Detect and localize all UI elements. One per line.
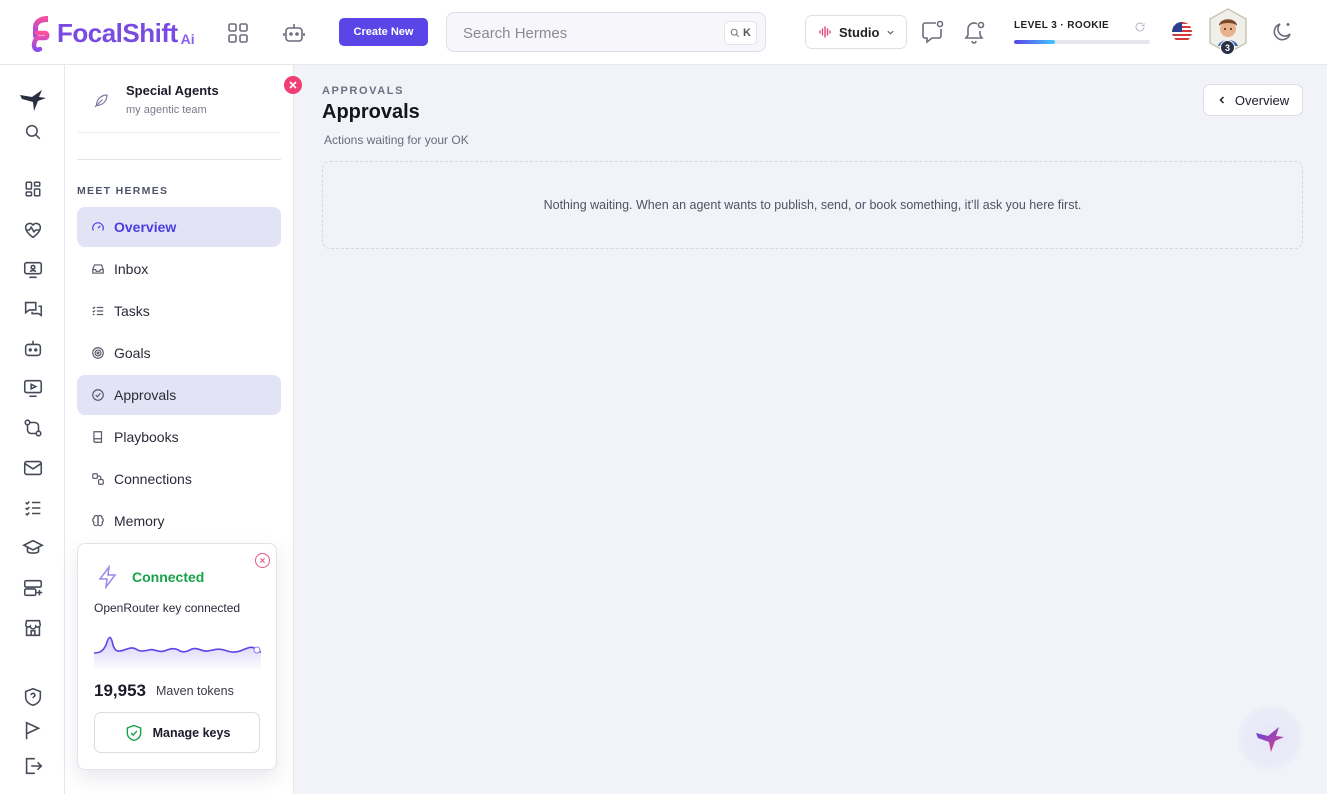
- dark-mode-moon-icon[interactable]: [1270, 20, 1294, 44]
- icon-rail: [0, 65, 65, 794]
- close-icon: [289, 81, 297, 89]
- store-icon[interactable]: [22, 617, 44, 639]
- waveform-icon: [819, 26, 831, 38]
- connection-status: Connected: [132, 569, 205, 585]
- chat-bubbles-icon[interactable]: [22, 298, 44, 320]
- sidebar-item-label: Approvals: [114, 387, 177, 403]
- focalshift-logo-icon: [31, 16, 50, 53]
- brand-name: FocalShift: [57, 17, 178, 48]
- connection-description: OpenRouter key connected: [94, 601, 241, 615]
- sidebar-item-overview[interactable]: Overview: [77, 207, 281, 247]
- mail-icon[interactable]: [22, 457, 44, 479]
- back-button-label: Overview: [1234, 92, 1290, 108]
- shortcut-key: K: [743, 27, 751, 39]
- hummingbird-icon: [1256, 727, 1284, 752]
- sidebar-item-label: Connections: [114, 471, 192, 487]
- link-icon: [92, 473, 104, 485]
- sidebar-item-approvals[interactable]: Approvals: [77, 375, 281, 415]
- checklist-icon: [92, 306, 104, 316]
- chevron-left-icon: [1219, 96, 1224, 104]
- manage-keys-button[interactable]: Manage keys: [94, 712, 260, 753]
- sidebar-item-label: Memory: [114, 513, 165, 529]
- back-to-overview-button[interactable]: Overview: [1203, 84, 1303, 116]
- page-title: Approvals: [322, 101, 420, 123]
- sidebar-item-label: Playbooks: [114, 429, 179, 445]
- bell-icon[interactable]: [962, 20, 986, 44]
- dashboard-icon[interactable]: [24, 180, 42, 198]
- manage-keys-label: Manage keys: [152, 725, 231, 740]
- check-circle-icon: [92, 389, 104, 401]
- token-unit: Maven tokens: [156, 684, 234, 698]
- gauge-icon: [92, 222, 104, 231]
- divider: [77, 159, 281, 160]
- level-progress: LEVEL 3 · ROOKIE: [1014, 20, 1154, 44]
- avatar-level-badge: 3: [1220, 40, 1235, 55]
- logout-icon[interactable]: [22, 755, 44, 777]
- inbox-icon: [92, 264, 104, 274]
- sidebar-item-label: Goals: [114, 345, 151, 361]
- token-count: 19,953: [94, 681, 146, 700]
- level-progress-track: [1014, 40, 1150, 44]
- shield-check-icon: [126, 724, 141, 741]
- hummingbird-logo-icon[interactable]: [18, 84, 48, 114]
- robot-icon[interactable]: [282, 21, 306, 45]
- studio-label: Studio: [839, 24, 880, 40]
- sidebar-item-connections[interactable]: Connections: [77, 459, 281, 499]
- chevron-down-icon: [887, 30, 895, 35]
- brand-logo[interactable]: FocalShift Ai: [28, 12, 195, 54]
- sidebar-item-label: Overview: [114, 219, 177, 235]
- breadcrumb: APPROVALS: [322, 85, 405, 97]
- chat-notification-icon[interactable]: [920, 20, 944, 44]
- create-new-button[interactable]: Create New: [339, 18, 428, 46]
- search-shortcut-hint: K: [724, 21, 757, 45]
- token-usage-sparkline: [94, 636, 261, 671]
- workflow-icon[interactable]: [22, 417, 44, 439]
- refresh-icon[interactable]: [1134, 21, 1146, 33]
- apps-grid-icon[interactable]: [226, 21, 250, 45]
- heart-pulse-icon[interactable]: [22, 219, 44, 241]
- search-box[interactable]: K: [446, 12, 766, 52]
- connection-status-card: Connected OpenRouter key connected 19,95…: [77, 543, 277, 770]
- team-name: Special Agents: [126, 83, 219, 98]
- dismiss-card-button[interactable]: [255, 553, 270, 568]
- level-label: LEVEL 3 · ROOKIE: [1014, 20, 1110, 31]
- flag-icon[interactable]: [22, 720, 44, 742]
- studio-dropdown[interactable]: Studio: [805, 15, 907, 49]
- target-icon: [92, 347, 104, 359]
- shield-help-icon[interactable]: [22, 686, 44, 708]
- empty-state-message: Nothing waiting. When an agent wants to …: [543, 198, 1082, 212]
- brand-suffix: Ai: [180, 31, 195, 47]
- book-icon: [93, 431, 103, 443]
- team-subtitle: my agentic team: [126, 104, 207, 116]
- close-sidebar-button[interactable]: [284, 76, 302, 94]
- graduation-cap-icon[interactable]: [22, 537, 44, 559]
- lightning-bolt-icon: [98, 565, 117, 589]
- sidebar-item-goals[interactable]: Goals: [77, 333, 281, 373]
- sidebar-item-inbox[interactable]: Inbox: [77, 249, 281, 289]
- checklist-icon[interactable]: [22, 497, 44, 519]
- sidebar-item-memory[interactable]: Memory: [77, 501, 281, 541]
- sidebar-item-label: Inbox: [114, 261, 149, 277]
- search-icon: [730, 28, 740, 38]
- top-bar: FocalShift Ai Create New K Studio LEVEL …: [0, 0, 1327, 65]
- feather-icon: [94, 94, 108, 108]
- close-icon: [260, 558, 265, 563]
- assistant-fab-button[interactable]: [1236, 704, 1304, 772]
- sidebar-item-label: Tasks: [114, 303, 150, 319]
- level-progress-fill: [1014, 40, 1055, 44]
- search-input[interactable]: [463, 23, 713, 43]
- video-play-icon[interactable]: [22, 377, 44, 399]
- robot-icon[interactable]: [22, 338, 44, 360]
- search-icon[interactable]: [24, 123, 42, 141]
- page-subtitle: Actions waiting for your OK: [324, 133, 469, 147]
- sidebar-item-tasks[interactable]: Tasks: [77, 291, 281, 331]
- monitor-user-icon[interactable]: [22, 259, 44, 281]
- sidebar-item-playbooks[interactable]: Playbooks: [77, 417, 281, 457]
- brain-icon: [92, 514, 104, 527]
- server-add-icon[interactable]: [22, 577, 44, 599]
- empty-approvals-state: Nothing waiting. When an agent wants to …: [322, 161, 1303, 249]
- team-header[interactable]: Special Agents my agentic team: [78, 65, 280, 133]
- us-flag-icon[interactable]: [1171, 21, 1193, 43]
- section-title: MEET HERMES: [77, 185, 169, 197]
